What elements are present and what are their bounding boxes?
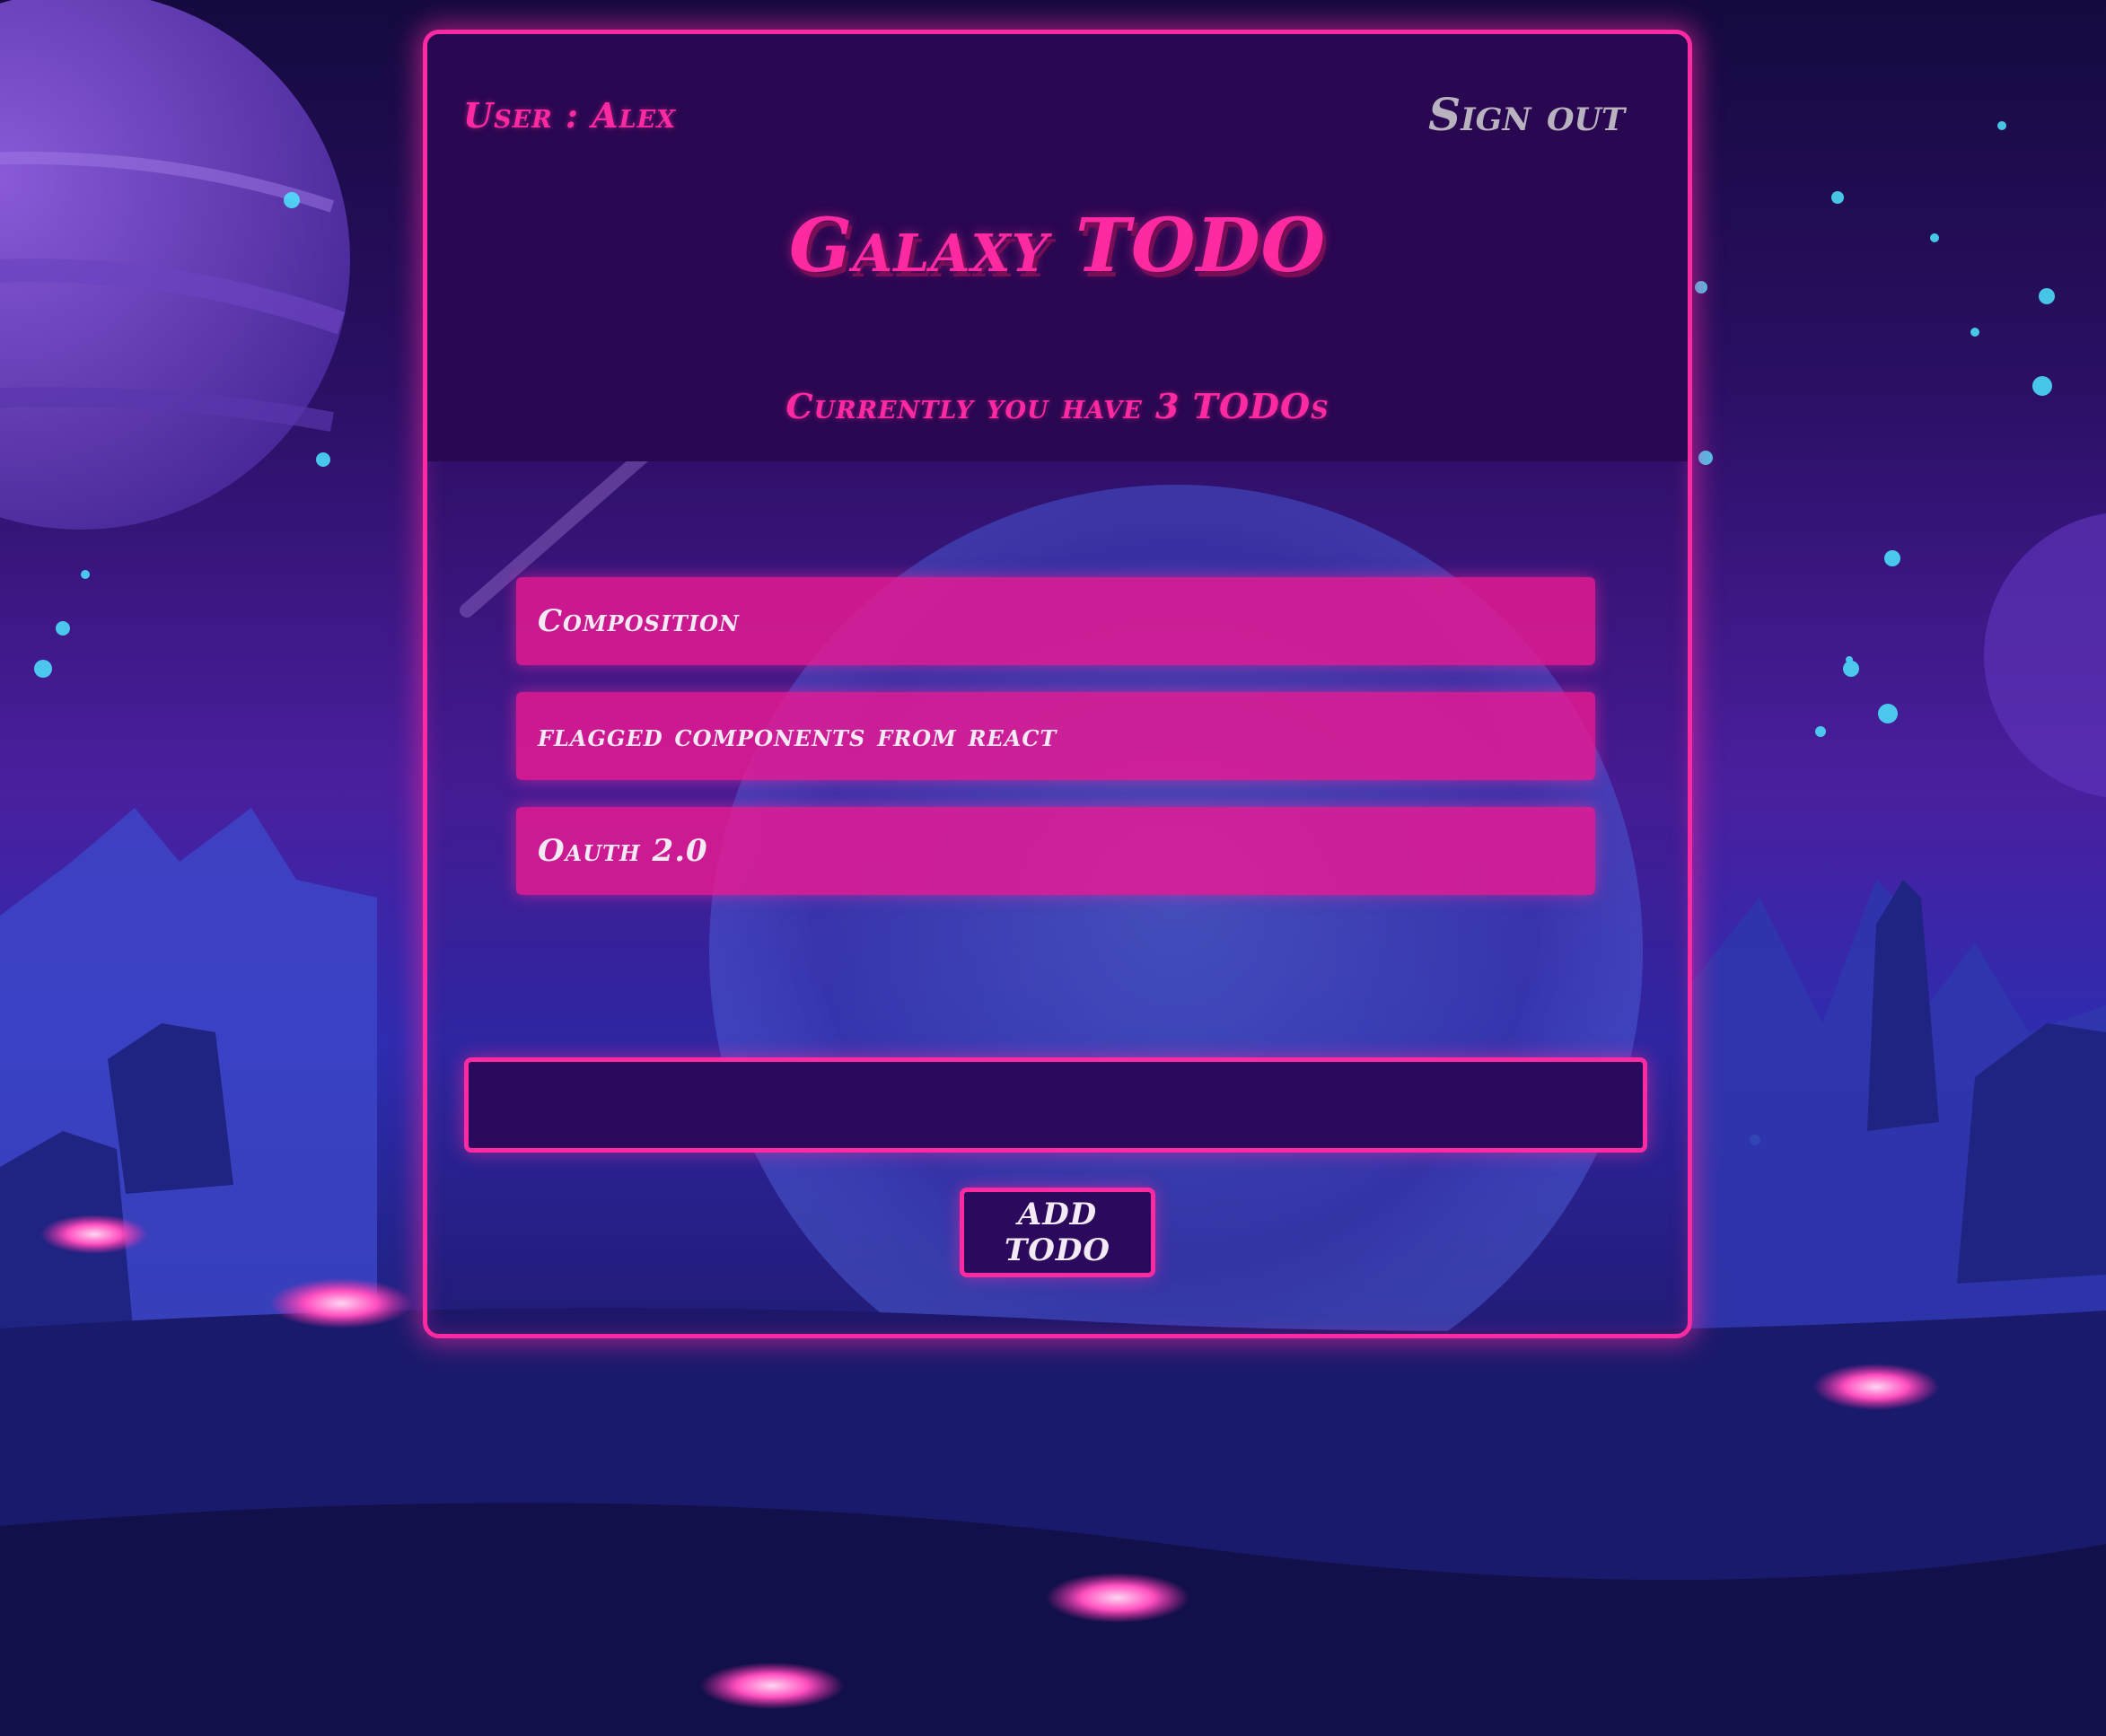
app-root: User : Alex Sign out Galaxy TODO Current… (0, 0, 2106, 1736)
todo-list: Composition flagged components from reac… (516, 577, 1595, 922)
sign-out-button[interactable]: Sign out (1428, 88, 1625, 141)
add-todo-button[interactable]: ADD TODO (960, 1188, 1155, 1277)
right-planet (1984, 513, 2106, 798)
todo-card: User : Alex Sign out Galaxy TODO Current… (423, 30, 1692, 1338)
todo-item-text: flagged components from react (538, 718, 1057, 754)
todo-item[interactable]: flagged components from react (516, 692, 1595, 780)
card-header: User : Alex Sign out Galaxy TODO Current… (427, 34, 1688, 461)
new-todo-input[interactable] (464, 1057, 1647, 1153)
todo-count-text: Currently you have 3 TODOs (785, 386, 1329, 426)
left-planet (0, 0, 350, 530)
todo-item-text: Oauth 2.0 (538, 833, 708, 869)
page-title: Galaxy TODO (788, 203, 1326, 289)
todo-item-text: Composition (538, 603, 740, 639)
todo-item[interactable]: Composition (516, 577, 1595, 665)
todo-item[interactable]: Oauth 2.0 (516, 807, 1595, 895)
user-label: User : Alex (463, 95, 677, 136)
